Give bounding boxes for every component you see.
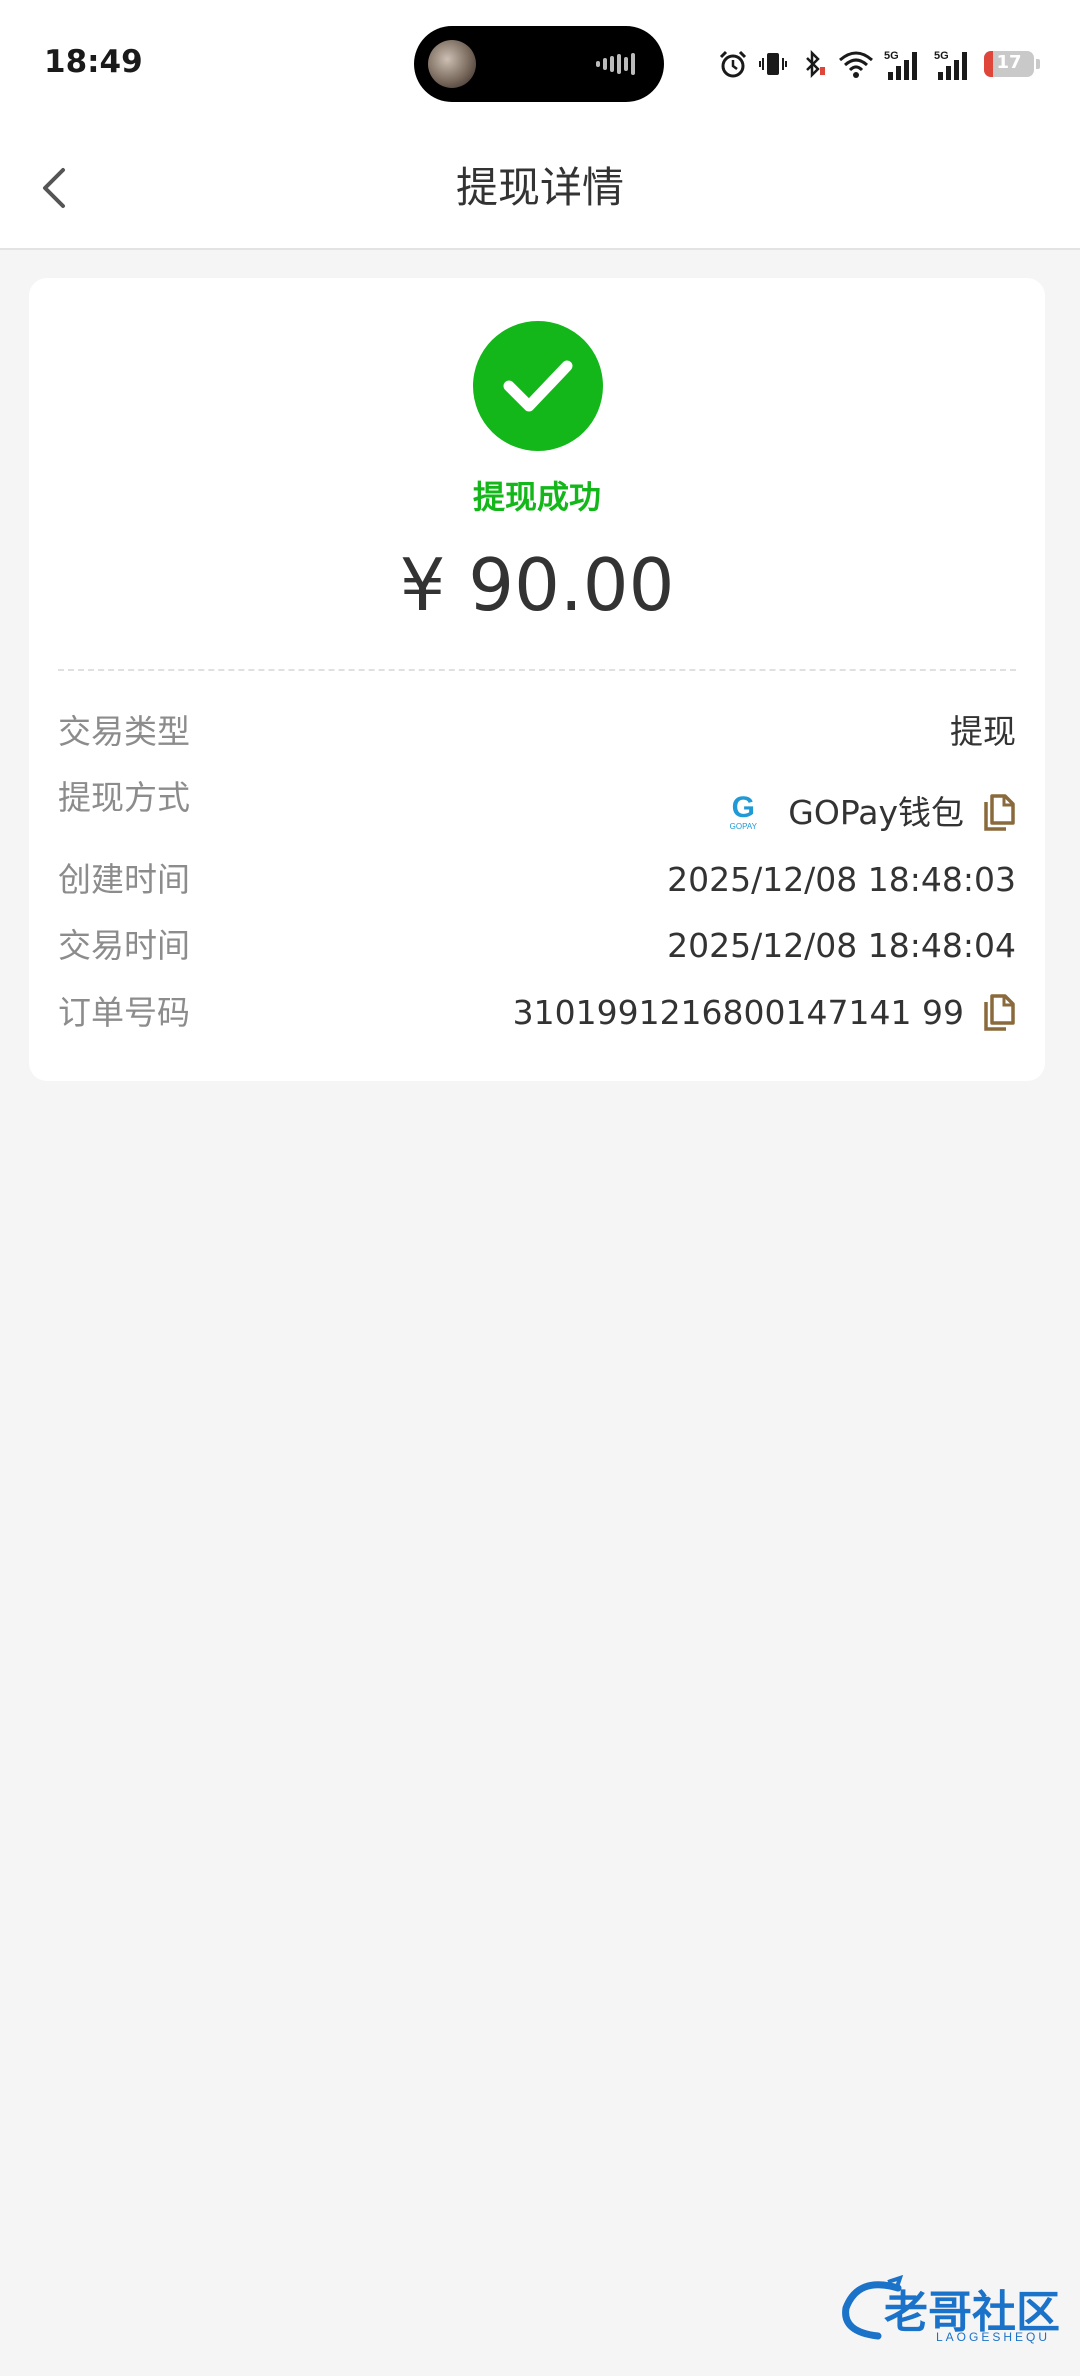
- detail-row-type: 交易类型 提现: [58, 702, 1016, 762]
- created-time-value: 2025/12/08 18:48:03: [667, 860, 1016, 899]
- signal-5g-icon: 5G: [884, 50, 917, 80]
- vibrate-icon: [759, 53, 787, 75]
- row-label: 交易时间: [58, 926, 190, 965]
- row-value: G GOPAY GOPay钱包: [722, 783, 1016, 843]
- amount: ¥ 90.00: [399, 543, 675, 627]
- copy-icon[interactable]: [982, 794, 1016, 832]
- detail-row-order: 订单号码 3101991216800147141 99: [58, 983, 1016, 1043]
- gopay-logo-icon: G GOPAY: [722, 792, 764, 834]
- row-label: 提现方式: [58, 778, 190, 817]
- battery-tip: [1036, 59, 1040, 69]
- battery-icon: 17: [984, 51, 1034, 77]
- gopay-logo-text: GOPAY: [729, 822, 757, 831]
- check-mark-icon: [503, 360, 573, 412]
- status-time: 18:49: [44, 44, 143, 80]
- transaction-type-value: 提现: [950, 712, 1016, 751]
- svg-text:5G: 5G: [934, 50, 949, 62]
- dynamic-island[interactable]: [414, 26, 664, 102]
- watermark-subtext: LAOGESHEQU: [936, 2330, 1051, 2344]
- detail-row-transaction: 交易时间 2025/12/08 18:48:04: [58, 916, 1016, 976]
- withdraw-method-value: GOPay钱包: [788, 793, 964, 832]
- page-title: 提现详情: [455, 163, 624, 212]
- divider: [58, 669, 1016, 671]
- row-label: 交易类型: [58, 712, 190, 751]
- row-label: 创建时间: [58, 860, 190, 899]
- detail-row-created: 创建时间 2025/12/08 18:48:03: [58, 850, 1016, 910]
- status-text: 提现成功: [472, 478, 601, 516]
- detail-row-method: 提现方式 G GOPAY GOPay钱包: [58, 768, 1016, 832]
- order-number-value: 3101991216800147141 99: [512, 993, 964, 1032]
- gopay-logo-letter: G: [731, 791, 755, 824]
- withdrawal-detail-card: 提现成功 ¥ 90.00 交易类型 提现 提现方式 G GOPAY GOPay钱…: [29, 278, 1045, 1081]
- alarm-icon: [719, 50, 747, 78]
- wifi-icon: [839, 51, 873, 78]
- nav-bar: 提现详情: [0, 126, 1080, 250]
- status-bar: 18:49 5G 5G 17: [0, 0, 1080, 126]
- copy-icon[interactable]: [982, 994, 1016, 1032]
- row-label: 订单号码: [58, 993, 190, 1032]
- battery-level: 17: [996, 52, 1022, 73]
- row-value: 提现: [950, 702, 1016, 762]
- audio-wave-icon: [596, 53, 635, 75]
- bluetooth-icon: [806, 49, 825, 79]
- check-circle-icon: [473, 321, 603, 451]
- media-thumbnail: [428, 40, 476, 88]
- signal-5g-icon: 5G: [934, 50, 967, 80]
- watermark-logo: 老哥社区 LAOGESHEQU: [838, 2274, 1068, 2344]
- status-icons: 5G 5G 17: [718, 40, 1040, 88]
- row-value: 3101991216800147141 99: [513, 983, 1016, 1043]
- row-value: 2025/12/08 18:48:03: [667, 850, 1016, 910]
- svg-text:5G: 5G: [884, 50, 899, 62]
- transaction-time-value: 2025/12/08 18:48:04: [667, 926, 1016, 965]
- row-value: 2025/12/08 18:48:04: [667, 916, 1016, 976]
